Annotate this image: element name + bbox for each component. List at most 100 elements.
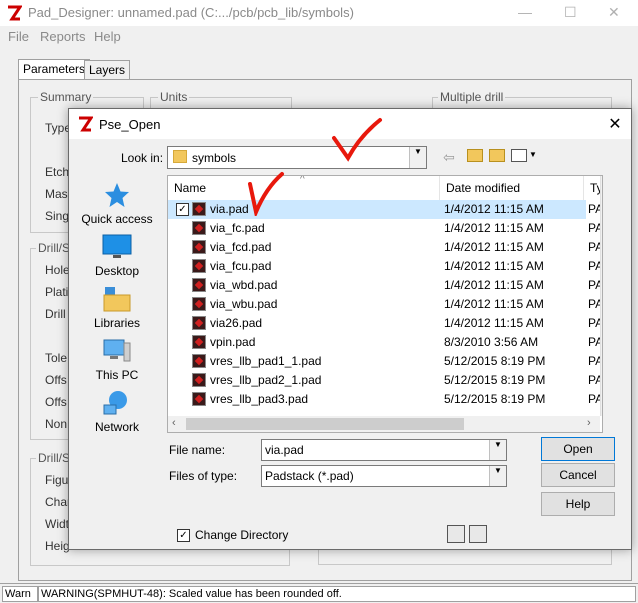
tab-layers[interactable]: Layers <box>84 60 131 80</box>
param-label: Widt <box>45 517 69 531</box>
file-name: vres_llb_pad1_1.pad <box>210 354 322 368</box>
file-date: 5/12/2015 8:19 PM <box>444 392 546 406</box>
minimize-icon[interactable]: — <box>518 4 532 20</box>
sort-ascending-icon: ^ <box>300 175 305 185</box>
status-message: WARNING(SPMHUT-48): Scaled value has bee… <box>38 586 636 602</box>
app-logo-icon <box>79 116 93 132</box>
file-type-value: Padstack (*.pad) <box>265 469 354 483</box>
new-folder-icon[interactable] <box>489 149 505 162</box>
place-label: Libraries <box>93 316 141 330</box>
param-label: Drill <box>45 307 66 321</box>
detail-view-icon[interactable] <box>469 525 487 543</box>
param-label: Offs <box>45 395 67 409</box>
chevron-down-icon[interactable]: ▼ <box>489 466 506 486</box>
menu-help[interactable]: Help <box>94 29 121 44</box>
list-view-icon[interactable] <box>447 525 465 543</box>
chevron-down-icon[interactable]: ▼ <box>489 440 506 460</box>
place-this-pc[interactable]: This PC <box>77 337 157 382</box>
file-row[interactable]: via_wbu.pad 1/4/2012 11:15 AM PA <box>168 295 602 314</box>
file-row[interactable]: via_fc.pad 1/4/2012 11:15 AM PA <box>168 219 602 238</box>
padstack-file-icon <box>192 373 206 387</box>
network-icon <box>103 391 127 415</box>
file-name: via_fcu.pad <box>210 259 272 273</box>
file-date: 8/3/2010 3:56 AM <box>444 335 539 349</box>
up-folder-icon[interactable] <box>467 149 483 162</box>
horizontal-scrollbar[interactable]: ‹ › <box>168 416 600 432</box>
file-date: 1/4/2012 11:15 AM <box>444 259 544 273</box>
param-label: Etch <box>45 165 70 179</box>
padstack-file-icon <box>192 335 206 349</box>
file-row[interactable]: vres_llb_pad2_1.pad 5/12/2015 8:19 PM PA <box>168 371 602 390</box>
right-group <box>318 548 612 565</box>
app-title: Pad_Designer: unnamed.pad (C:.../pcb/pcb… <box>28 5 354 20</box>
open-button[interactable]: Open <box>541 437 615 461</box>
file-list[interactable]: Name ^ Date modified Ty ✓ via.pad 1/4/2012… <box>167 175 603 433</box>
dialog-close-button[interactable]: ✕ <box>605 114 625 134</box>
param-label: Non <box>45 417 68 431</box>
computer-icon <box>103 339 131 362</box>
file-date: 1/4/2012 11:15 AM <box>444 278 544 292</box>
column-header-date[interactable]: Date modified <box>440 176 584 200</box>
maximize-icon[interactable]: ☐ <box>564 4 577 21</box>
file-date: 1/4/2012 11:15 AM <box>444 316 544 330</box>
file-row[interactable]: ✓ via.pad 1/4/2012 11:15 AM PA <box>168 200 602 219</box>
padstack-file-icon <box>192 221 206 235</box>
multiple-drill-group-label: Multiple drill <box>438 90 506 104</box>
status-bar: Warn WARNING(SPMHUT-48): Scaled value ha… <box>0 583 638 603</box>
place-label: Quick access <box>81 212 153 226</box>
scroll-thumb[interactable] <box>602 352 603 394</box>
padstack-file-icon <box>192 240 206 254</box>
file-name-label: File name: <box>169 443 226 457</box>
menu-reports[interactable]: Reports <box>40 29 86 44</box>
file-name-value: via.pad <box>265 443 304 457</box>
tab-parameters[interactable]: Parameters <box>18 59 91 81</box>
vertical-scrollbar[interactable]: ˄ ˅ <box>600 176 603 416</box>
padstack-file-icon <box>192 259 206 273</box>
scroll-left-icon[interactable]: ‹ <box>172 417 176 429</box>
row-checkbox[interactable]: ✓ <box>176 203 189 216</box>
look-in-dropdown[interactable]: symbols ▼ <box>167 146 427 169</box>
scroll-right-icon[interactable]: › <box>587 417 591 429</box>
file-row[interactable]: via_wbd.pad 1/4/2012 11:15 AM PA <box>168 276 602 295</box>
file-row[interactable]: via_fcd.pad 1/4/2012 11:15 AM PA <box>168 238 602 257</box>
help-button[interactable]: Help <box>541 492 615 516</box>
horizontal-scroll-thumb[interactable] <box>186 418 464 430</box>
file-row[interactable]: vres_llb_pad3.pad 5/12/2015 8:19 PM PA <box>168 390 602 409</box>
file-row[interactable]: via_fcu.pad 1/4/2012 11:15 AM PA <box>168 257 602 276</box>
place-quick-access[interactable]: Quick access <box>77 181 157 226</box>
view-menu-icon[interactable] <box>511 149 527 162</box>
file-name: via.pad <box>210 202 249 216</box>
close-app-icon[interactable]: ✕ <box>608 4 620 21</box>
place-desktop[interactable]: Desktop <box>77 233 157 278</box>
red-checkmark-icon <box>248 172 284 216</box>
change-directory-label: Change Directory <box>195 528 289 542</box>
chevron-down-icon[interactable]: ▼ <box>409 147 426 168</box>
param-label: Figu <box>45 473 69 487</box>
file-row[interactable]: vpin.pad 8/3/2010 3:56 AM PA <box>168 333 602 352</box>
file-row[interactable]: vres_llb_pad1_1.pad 5/12/2015 8:19 PM PA <box>168 352 602 371</box>
cancel-button[interactable]: Cancel <box>541 463 615 487</box>
file-name: via26.pad <box>210 316 263 330</box>
param-label: Tole <box>45 351 68 365</box>
drill-group-label: Drill/S <box>36 241 72 255</box>
place-libraries[interactable]: Libraries <box>77 285 157 330</box>
param-label: Plati <box>45 285 69 299</box>
padstack-file-icon <box>192 278 206 292</box>
change-directory-checkbox[interactable]: ✓ <box>177 529 190 542</box>
drill-symbol-group-label: Drill/S <box>36 451 72 465</box>
param-label: Hole <box>45 263 70 277</box>
file-row[interactable]: via26.pad 1/4/2012 11:15 AM PA <box>168 314 602 333</box>
star-icon <box>105 183 129 207</box>
view-menu-chevron-icon[interactable]: ▼ <box>529 150 537 159</box>
padstack-file-icon <box>192 202 206 216</box>
padstack-file-icon <box>192 316 206 330</box>
file-date: 5/12/2015 8:19 PM <box>444 354 546 368</box>
menu-file[interactable]: File <box>8 29 29 44</box>
app-logo-icon <box>8 5 22 21</box>
place-network[interactable]: Network <box>77 389 157 434</box>
libraries-icon <box>103 287 131 312</box>
file-type-select[interactable]: Padstack (*.pad) ▼ <box>261 465 507 487</box>
status-mode: Warn <box>2 586 38 602</box>
file-name-input[interactable]: via.pad ▼ <box>261 439 507 461</box>
back-icon[interactable]: ⇦ <box>443 149 455 166</box>
